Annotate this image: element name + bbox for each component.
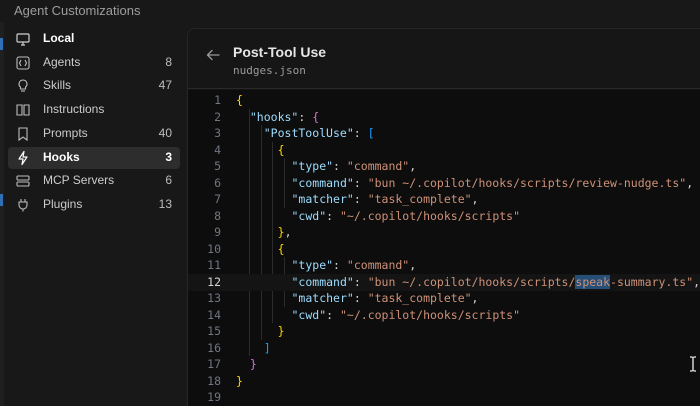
lightning-icon [15,150,31,166]
sidebar-item-mcp-servers[interactable]: MCP Servers 6 [8,170,180,192]
panel-title: Post-Tool Use [233,44,327,60]
panel-header: Post-Tool Use nudges.json [188,29,700,89]
code-text: "command": "bun ~/.copilot/hooks/scripts… [291,274,700,289]
code-text: "type": "command", [291,159,417,173]
sidebar-item-hooks[interactable]: Hooks 3 [8,146,180,169]
server-icon [15,173,31,189]
code-line: 7 "matcher": "task_complete", [188,191,700,208]
line-number: 3 [214,126,221,140]
line-number: 17 [207,357,221,371]
code-line: 3 "PostToolUse": [ [188,125,700,142]
code-text: { [277,142,285,157]
line-number: 8 [214,208,221,223]
sidebar-item-label: Local [43,31,75,45]
line-number: 12 [207,274,221,289]
code-line: 19 [188,389,700,406]
code-text: "PostToolUse": [ [263,126,375,140]
code-text: ] [263,340,271,355]
text-cursor-icon [689,356,697,372]
sidebar-item-skills[interactable]: Skills 47 [8,75,180,97]
code-line: 11 "type": "command", [188,257,700,274]
code-line: 14 "cwd": "~/.copilot/hooks/scripts" [188,307,700,324]
book-icon [15,102,31,118]
edge-indicator [0,38,3,50]
bookmark-icon [15,126,31,142]
lightbulb-icon [15,78,31,94]
line-number: 15 [207,324,221,338]
code-text: "matcher": "task_complete", [291,192,479,206]
sidebar-item-count: 47 [158,78,172,93]
code-line: 1{ [188,92,700,109]
sidebar-item-count: 13 [158,196,172,211]
line-number: 14 [207,307,221,322]
sidebar-item-agents[interactable]: Agents 8 [8,52,180,74]
title-bar: Agent Customizations [0,0,700,22]
line-number: 1 [214,93,221,107]
code-line: 13 "matcher": "task_complete", [188,290,700,307]
line-number: 6 [214,175,221,190]
code-text: } [277,324,285,338]
code-line: 17 } [188,356,700,373]
code-text: "command": "bun ~/.copilot/hooks/scripts… [291,175,694,190]
code-line: 16 ] [188,340,700,357]
line-number: 19 [207,390,221,404]
sidebar-item-label: Agents [43,54,81,69]
code-text: "cwd": "~/.copilot/hooks/scripts" [291,307,521,322]
window-title: Agent Customizations [14,3,141,18]
json-editor[interactable]: 1{2 "hooks": {3 "PostToolUse": [4 {5 "ty… [188,90,700,406]
plug-icon [15,197,31,213]
file-name: nudges.json [233,64,306,77]
code-line: 15 } [188,323,700,340]
sidebar-item-label: Hooks [43,149,80,164]
code-line: 2 "hooks": { [188,109,700,126]
sidebar-item-instructions[interactable]: Instructions [8,99,180,121]
sidebar-item-label: MCP Servers [43,173,115,188]
line-number: 9 [214,225,221,239]
code-text: "type": "command", [291,258,417,272]
code-line: 4 { [188,142,700,159]
line-number: 13 [207,291,221,305]
code-text: { [277,241,285,256]
code-text: "cwd": "~/.copilot/hooks/scripts" [291,208,521,223]
line-number: 16 [207,340,221,355]
sidebar-item-label: Prompts [43,125,88,140]
code-line: 8 "cwd": "~/.copilot/hooks/scripts" [188,208,700,225]
sidebar-item-count: 6 [165,173,172,188]
line-number: 11 [207,258,221,272]
hook-detail-panel: Post-Tool Use nudges.json 1{2 "hooks": {… [187,28,700,406]
agents-icon [15,55,31,71]
sidebar-item-label: Skills [43,78,72,93]
monitor-icon [15,31,31,47]
code-line: 12 "command": "bun ~/.copilot/hooks/scri… [188,273,700,291]
edge-indicator [0,194,3,206]
left-edge-strip [0,22,4,406]
back-arrow-icon[interactable] [205,47,221,63]
sidebar-item-count: 40 [158,125,172,140]
sidebar-item-label: Instructions [43,102,105,117]
code-line: 6 "command": "bun ~/.copilot/hooks/scrip… [188,175,700,192]
code-text: } [249,357,257,371]
sidebar-item-local[interactable]: Local [8,28,180,50]
code-line: 5 "type": "command", [188,158,700,175]
line-number: 7 [214,192,221,206]
line-number: 10 [207,241,221,256]
code-line: 10 { [188,241,700,258]
line-number: 4 [214,142,221,157]
sidebar-item-count: 8 [165,54,172,69]
sidebar-item-plugins[interactable]: Plugins 13 [8,194,180,216]
sidebar-item-count: 3 [165,149,172,164]
sidebar-item-prompts[interactable]: Prompts 40 [8,123,180,145]
code-text: }, [277,225,292,239]
line-number: 5 [214,159,221,173]
code-text: } [236,373,243,388]
line-number: 2 [214,109,221,124]
sidebar-item-label: Plugins [43,196,83,211]
code-line: 18} [188,373,700,390]
code-text: "matcher": "task_complete", [291,291,479,305]
code-text: "hooks": { [249,109,320,124]
line-number: 18 [207,373,221,388]
code-line: 9 }, [188,224,700,241]
code-text: { [236,93,243,107]
